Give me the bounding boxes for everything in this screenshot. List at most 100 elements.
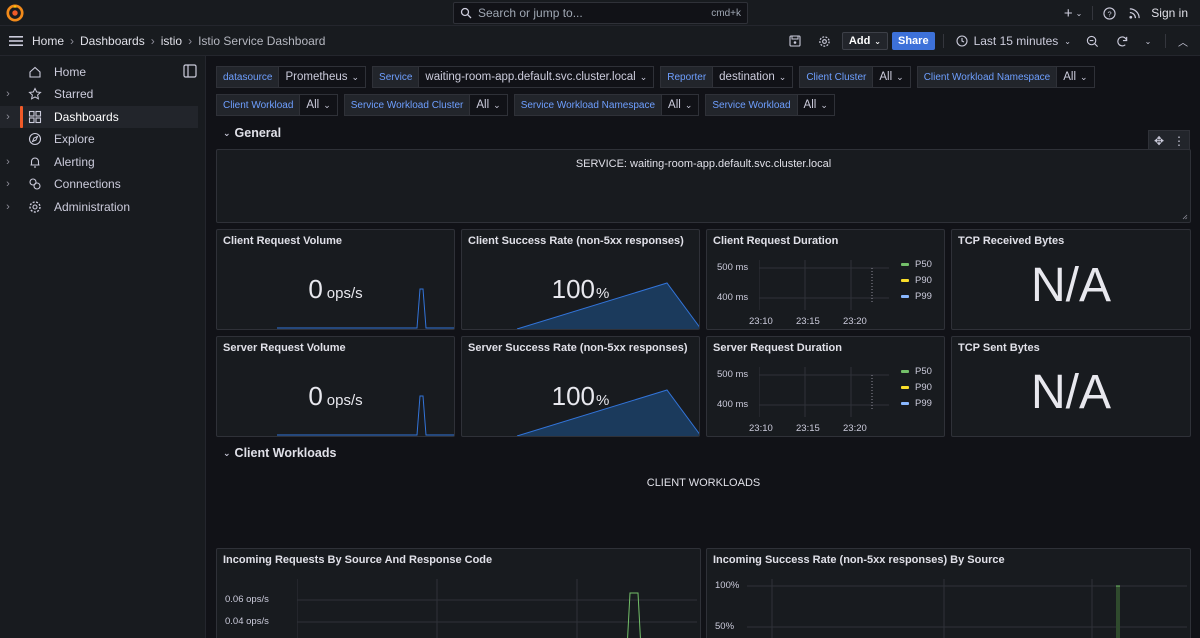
collapse-button[interactable]: ︿ bbox=[1174, 30, 1192, 52]
variable-select[interactable]: All ⌄ bbox=[797, 94, 835, 116]
variable-service-workload-cluster[interactable]: Service Workload Cluster All ⌄ bbox=[343, 94, 508, 116]
sign-in-link[interactable]: Sign in bbox=[1147, 0, 1192, 26]
variable-client-workload-namespace[interactable]: Client Workload Namespace All ⌄ bbox=[916, 66, 1095, 88]
variable-label: Service Workload bbox=[705, 94, 798, 116]
panel-tcp-sent-bytes[interactable]: TCP Sent Bytes N/A bbox=[951, 336, 1191, 437]
chevron-right-icon[interactable]: › bbox=[0, 178, 16, 190]
y-tick: 500 ms bbox=[717, 369, 749, 380]
legend-item-p90[interactable]: P90 bbox=[901, 272, 932, 288]
panel-title: Server Request Duration bbox=[713, 342, 842, 354]
variable-client-cluster[interactable]: Client Cluster All ⌄ bbox=[799, 66, 911, 88]
panel-server-request-volume[interactable]: Server Request Volume 0 ops/s bbox=[216, 336, 455, 437]
sidebar-item-starred[interactable]: › Starred bbox=[0, 83, 198, 105]
legend-swatch bbox=[901, 294, 909, 298]
x-tick: 23:15 bbox=[796, 316, 820, 327]
panel-server-request-duration[interactable]: Server Request Duration 500 ms 400 ms 23… bbox=[706, 336, 945, 437]
panel-title: Incoming Requests By Source And Response… bbox=[223, 554, 493, 566]
panel-client-request-volume[interactable]: Client Request Volume 0 ops/s bbox=[216, 229, 455, 330]
refresh-interval-button[interactable]: ⌄ bbox=[1139, 30, 1157, 52]
variable-select[interactable]: All ⌄ bbox=[662, 94, 700, 116]
chevron-down-icon: ⌄ bbox=[820, 99, 828, 110]
legend-item-p50[interactable]: P50 bbox=[901, 363, 932, 379]
panel-incoming-requests[interactable]: Incoming Requests By Source And Response… bbox=[216, 548, 701, 638]
chevron-down-icon: ⌄ bbox=[684, 99, 693, 110]
service-text-panel: SERVICE: waiting-room-app.default.svc.cl… bbox=[216, 149, 1191, 223]
legend-item-p90[interactable]: P90 bbox=[901, 379, 932, 395]
variable-datasource[interactable]: datasource Prometheus ⌄ bbox=[216, 66, 367, 88]
x-tick: 23:10 bbox=[749, 316, 773, 327]
chevron-down-icon: ⌄ bbox=[1144, 36, 1152, 46]
legend-item-p50[interactable]: P50 bbox=[901, 256, 932, 272]
panel-server-success-rate[interactable]: Server Success Rate (non-5xx responses) … bbox=[461, 336, 700, 437]
variable-select[interactable]: waiting-room-app.default.svc.cluster.loc… bbox=[419, 66, 655, 88]
breadcrumb-dashboards[interactable]: Dashboards bbox=[80, 34, 145, 48]
y-tick: 0.06 ops/s bbox=[225, 594, 269, 605]
variable-service[interactable]: Service waiting-room-app.default.svc.clu… bbox=[372, 66, 655, 88]
sidebar-item-alerting[interactable]: › Alerting bbox=[0, 151, 198, 173]
variable-reporter[interactable]: Reporter destination ⌄ bbox=[660, 66, 794, 88]
x-tick: 23:20 bbox=[843, 423, 867, 434]
row-header-client-workloads[interactable]: ⌄ Client Workloads bbox=[223, 446, 336, 460]
save-dashboard-button[interactable] bbox=[782, 30, 808, 52]
bell-icon bbox=[30, 157, 40, 168]
variable-service-workload-namespace[interactable]: Service Workload Namespace All ⌄ bbox=[513, 94, 700, 116]
help-button[interactable]: ? bbox=[1097, 0, 1122, 26]
sidebar-item-home[interactable]: Home bbox=[0, 61, 198, 83]
incoming-requests-plot bbox=[297, 579, 697, 638]
variable-service-workload[interactable]: Service Workload All ⌄ bbox=[705, 94, 835, 116]
news-button[interactable] bbox=[1122, 0, 1147, 26]
sidebar-item-administration[interactable]: › Administration bbox=[0, 196, 198, 218]
chevron-right-icon[interactable]: › bbox=[0, 88, 16, 100]
resize-handle-icon[interactable] bbox=[1182, 214, 1188, 220]
chevron-right-icon[interactable]: › bbox=[0, 111, 16, 123]
variable-select[interactable]: Prometheus ⌄ bbox=[279, 66, 367, 88]
add-button[interactable]: Add ⌄ bbox=[841, 32, 888, 50]
dashboard-settings-button[interactable] bbox=[812, 30, 838, 52]
chevron-down-icon: ⌄ bbox=[493, 99, 501, 110]
breadcrumb-folder[interactable]: istio bbox=[161, 34, 182, 48]
legend-swatch bbox=[901, 369, 909, 373]
panel-tcp-received-bytes[interactable]: TCP Received Bytes N/A bbox=[951, 229, 1191, 330]
panel-client-request-duration[interactable]: Client Request Duration 500 ms 400 ms 23… bbox=[706, 229, 945, 330]
zoom-out-button[interactable] bbox=[1079, 30, 1105, 52]
row-header-general[interactable]: ⌄ General bbox=[223, 126, 281, 140]
legend-swatch bbox=[901, 401, 909, 405]
panel-title: Incoming Success Rate (non-5xx responses… bbox=[713, 554, 1005, 566]
new-button[interactable]: + ⌄ bbox=[1058, 0, 1088, 26]
panel-client-success-rate[interactable]: Client Success Rate (non-5xx responses) … bbox=[461, 229, 700, 330]
variable-label: Client Workload Namespace bbox=[916, 66, 1058, 88]
save-icon bbox=[789, 35, 801, 47]
breadcrumb-home[interactable]: Home bbox=[32, 34, 64, 48]
time-range-picker[interactable]: Last 15 minutes ⌄ bbox=[952, 34, 1075, 48]
sidebar-item-explore[interactable]: Explore bbox=[0, 128, 198, 150]
chevron-down-icon: ⌄ bbox=[351, 71, 360, 82]
more-options-icon[interactable]: ⋮ bbox=[1169, 131, 1189, 151]
legend-item-p99[interactable]: P99 bbox=[901, 288, 932, 304]
variable-select[interactable]: All ⌄ bbox=[1057, 66, 1095, 88]
variable-select[interactable]: All ⌄ bbox=[873, 66, 911, 88]
share-button[interactable]: Share bbox=[892, 32, 935, 50]
variable-label: Service Workload Namespace bbox=[513, 94, 663, 116]
chart-legend: P50 P90 P99 bbox=[901, 363, 932, 411]
refresh-button[interactable] bbox=[1109, 30, 1135, 52]
chevron-down-icon: ⌄ bbox=[874, 36, 881, 46]
sidebar-item-dashboards[interactable]: › Dashboards bbox=[0, 106, 198, 128]
move-icon[interactable]: ✥ bbox=[1149, 131, 1169, 151]
panel-title: TCP Sent Bytes bbox=[958, 342, 1040, 354]
chevron-right-icon[interactable]: › bbox=[0, 156, 16, 168]
grafana-logo-icon[interactable] bbox=[6, 4, 24, 22]
search-input[interactable]: Search or jump to... cmd+k bbox=[453, 2, 748, 24]
variable-select[interactable]: destination ⌄ bbox=[713, 66, 794, 88]
variable-select[interactable]: All ⌄ bbox=[470, 94, 508, 116]
chevron-right-icon[interactable]: › bbox=[0, 201, 16, 213]
panel-incoming-success-rate[interactable]: Incoming Success Rate (non-5xx responses… bbox=[706, 548, 1191, 638]
variable-label: datasource bbox=[216, 66, 280, 88]
legend-item-p99[interactable]: P99 bbox=[901, 395, 932, 411]
variable-client-workload[interactable]: Client Workload All ⌄ bbox=[216, 94, 338, 116]
variable-select[interactable]: All ⌄ bbox=[300, 94, 338, 116]
sidebar-item-connections[interactable]: › Connections bbox=[0, 173, 198, 195]
menu-button[interactable] bbox=[0, 26, 32, 56]
variable-label: Client Workload bbox=[216, 94, 301, 116]
y-tick: 100% bbox=[715, 580, 740, 591]
chevron-down-icon: ⌄ bbox=[223, 127, 231, 138]
